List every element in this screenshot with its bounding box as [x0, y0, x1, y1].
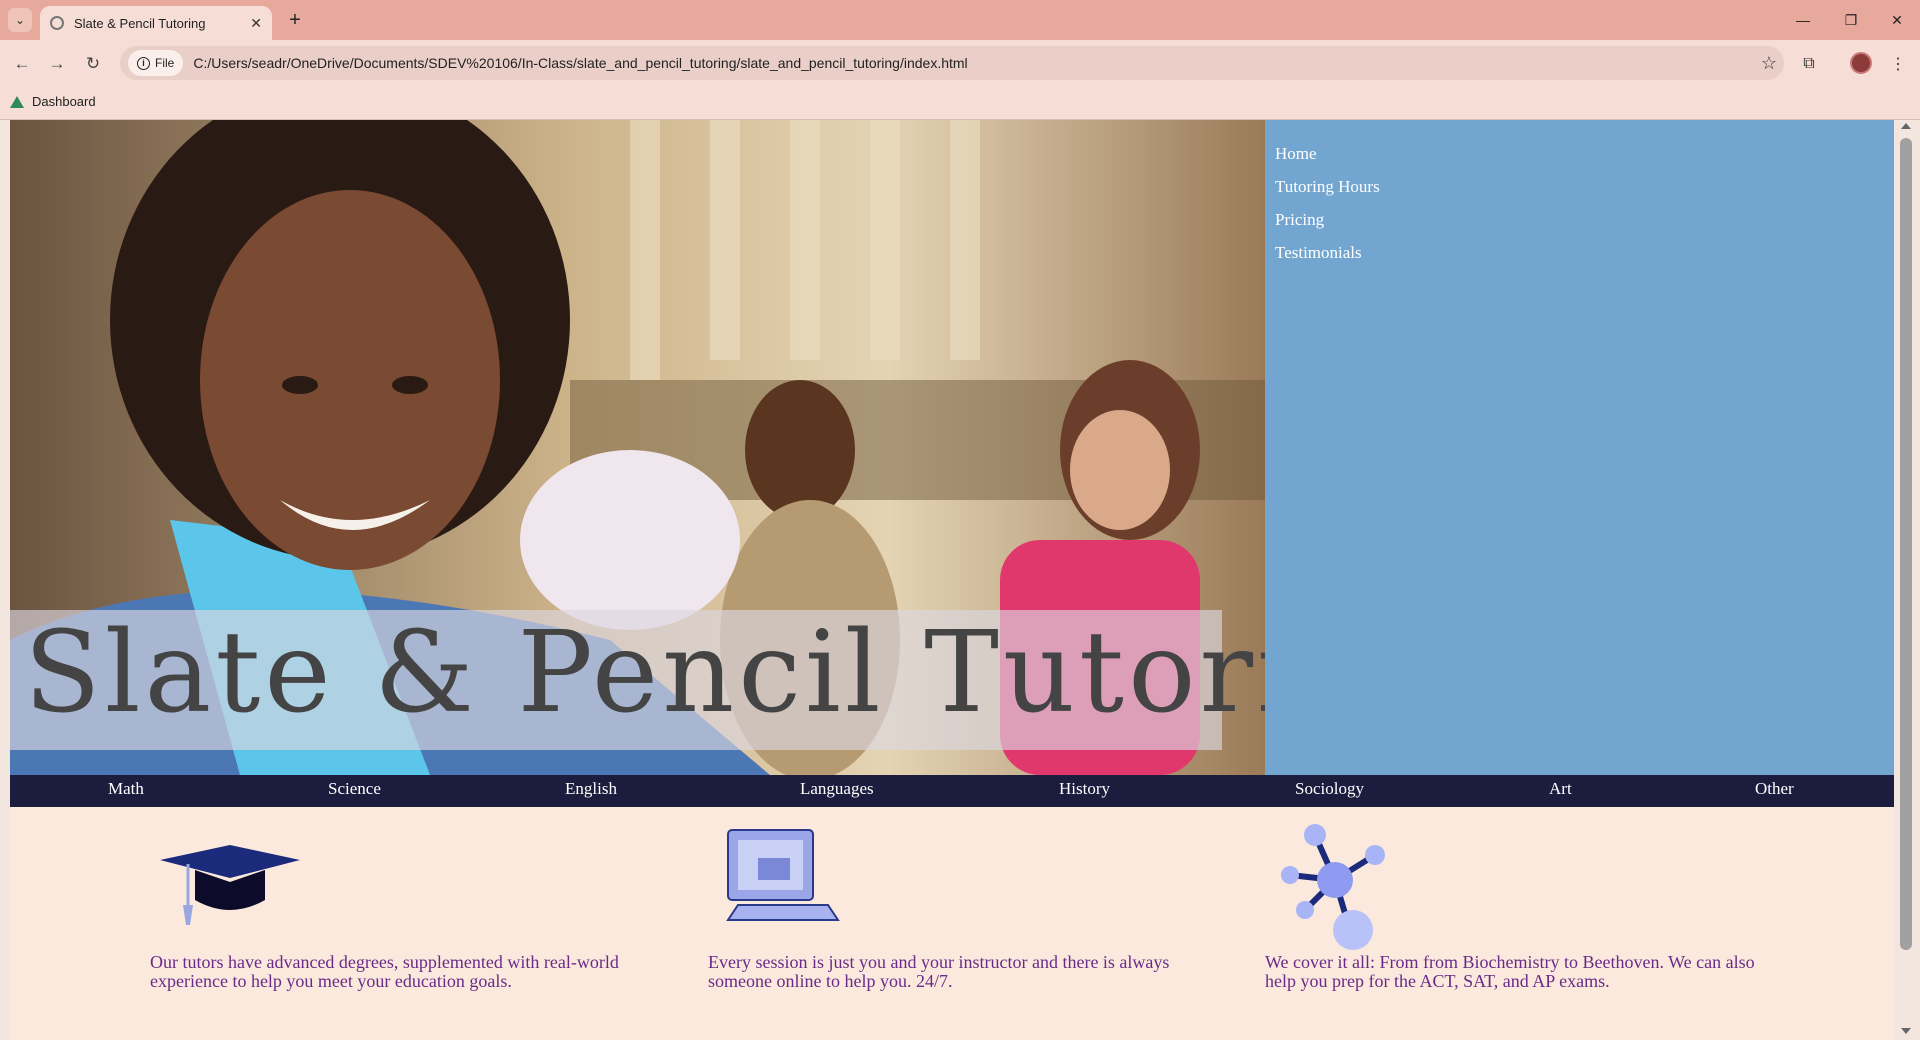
subject-link-languages[interactable]: Languages	[800, 779, 874, 799]
side-navigation: Home Tutoring Hours Pricing Testimonials	[1265, 120, 1894, 775]
feature-sessions: Every session is just you and your instr…	[708, 820, 1178, 991]
site-info-label: File	[155, 56, 175, 70]
tab-title: Slate & Pencil Tutoring	[74, 15, 206, 31]
nav-link-home[interactable]: Home	[1275, 137, 1894, 170]
hero-image: Slate & Pencil Tutoring	[10, 120, 1265, 775]
subject-link-sociology[interactable]: Sociology	[1295, 779, 1364, 799]
minimize-button[interactable]: —	[1780, 6, 1826, 34]
subject-link-science[interactable]: Science	[328, 779, 381, 799]
molecule-icon	[1281, 824, 1385, 950]
arrow-right-icon: →	[48, 54, 66, 73]
scroll-up-icon[interactable]	[1901, 123, 1911, 129]
close-tab-icon[interactable]: ✕	[250, 15, 262, 32]
chevron-down-icon: ⌄	[14, 13, 26, 27]
subject-link-other[interactable]: Other	[1755, 779, 1794, 799]
vertical-scrollbar[interactable]	[1894, 120, 1920, 1040]
extensions-icon[interactable]: ⧉	[1795, 50, 1823, 78]
reload-icon: ↻	[85, 54, 101, 73]
bookmark-star-icon[interactable]: ☆	[1754, 53, 1784, 74]
info-icon: i	[137, 56, 150, 70]
feature-tutors: Our tutors have advanced degrees, supple…	[150, 820, 650, 991]
menu-kebab-icon[interactable]: ⋮	[1884, 50, 1912, 78]
restore-button[interactable]: ❐	[1828, 6, 1874, 34]
browser-toolbar: ← → ↻ i File C:/Users/seadr/OneDrive/Doc…	[0, 40, 1920, 86]
nav-link-pricing[interactable]: Pricing	[1275, 203, 1894, 236]
nav-link-testimonials[interactable]: Testimonials	[1275, 236, 1894, 269]
scroll-down-icon[interactable]	[1901, 1028, 1911, 1034]
page-viewport: Slate & Pencil Tutoring Home Tutoring Ho…	[0, 120, 1920, 1040]
scrollbar-thumb[interactable]	[1900, 138, 1912, 950]
subject-link-english[interactable]: English	[565, 779, 617, 799]
arrow-left-icon: ←	[13, 54, 31, 73]
hero-title: Slate & Pencil Tutoring	[24, 608, 1265, 738]
reload-button[interactable]: ↻	[79, 50, 107, 78]
dashboard-icon	[10, 95, 24, 108]
bookmark-label: Dashboard	[32, 94, 96, 109]
bookmark-dashboard[interactable]: Dashboard	[10, 94, 96, 109]
subject-link-math[interactable]: Math	[108, 779, 144, 799]
back-button[interactable]: ←	[8, 50, 36, 78]
globe-icon	[50, 16, 64, 30]
subject-navigation: Math Science English Languages History S…	[10, 775, 1894, 807]
feature-text: Every session is just you and your instr…	[708, 952, 1170, 991]
bookmarks-bar: Dashboard	[0, 86, 1920, 120]
feature-subjects: We cover it all: From from Biochemistry …	[1265, 820, 1785, 991]
nav-link-tutoring-hours[interactable]: Tutoring Hours	[1275, 170, 1894, 203]
url-text[interactable]: C:/Users/seadr/OneDrive/Documents/SDEV%2…	[193, 55, 1754, 71]
browser-tab[interactable]: Slate & Pencil Tutoring ✕	[40, 6, 272, 40]
feature-text: Our tutors have advanced degrees, supple…	[150, 952, 619, 991]
new-tab-button[interactable]: +	[283, 8, 307, 32]
site-info-chip[interactable]: i File	[128, 50, 184, 76]
browser-tab-bar: ⌄ Slate & Pencil Tutoring ✕ + — ❐ ✕	[0, 0, 1920, 40]
address-bar[interactable]: i File C:/Users/seadr/OneDrive/Documents…	[120, 46, 1784, 80]
close-window-button[interactable]: ✕	[1874, 6, 1920, 34]
forward-button[interactable]: →	[43, 50, 71, 78]
graduation-cap-icon	[160, 845, 300, 925]
page-content: Slate & Pencil Tutoring Home Tutoring Ho…	[10, 120, 1894, 1040]
computer-icon	[726, 829, 840, 921]
tab-search-button[interactable]: ⌄	[8, 8, 32, 32]
subject-link-history[interactable]: History	[1059, 779, 1110, 799]
subject-link-art[interactable]: Art	[1549, 779, 1572, 799]
feature-text: We cover it all: From from Biochemistry …	[1265, 952, 1755, 991]
profile-avatar[interactable]	[1850, 52, 1872, 74]
